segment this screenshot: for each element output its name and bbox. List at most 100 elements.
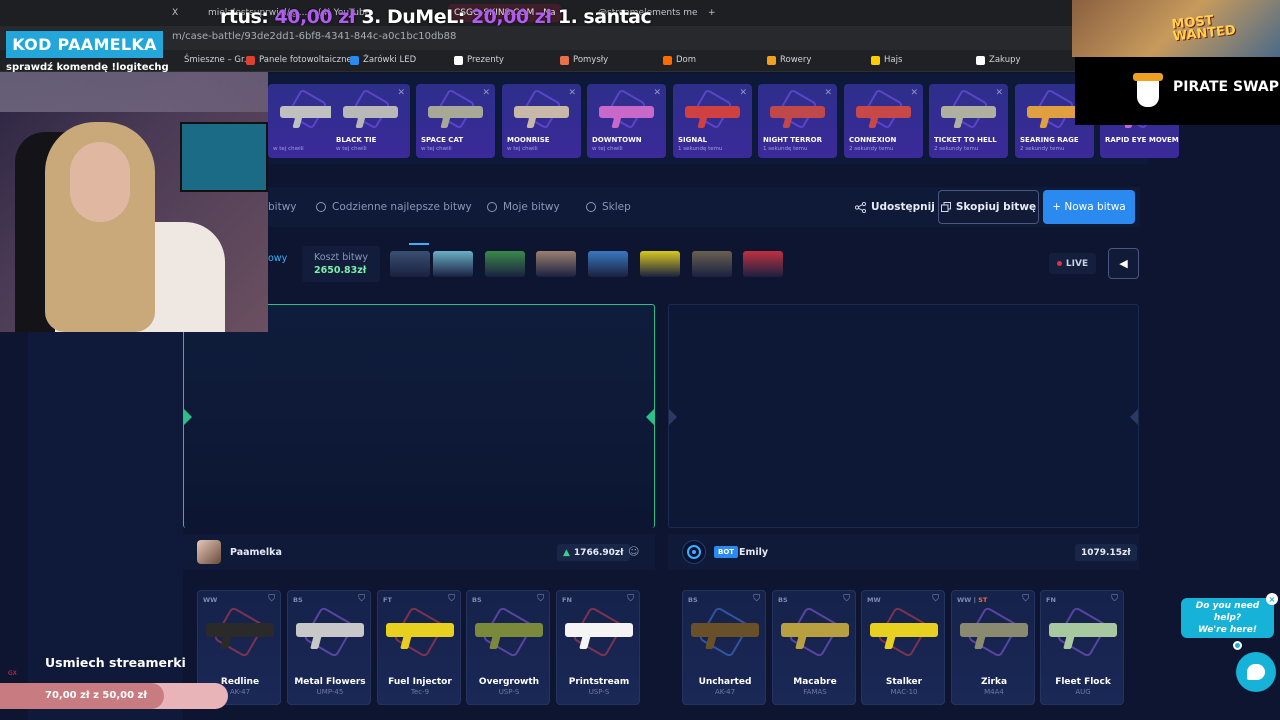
sponsor-most-wanted: MOST WANTED [1072, 0, 1280, 57]
bookmark[interactable]: Hajs [871, 55, 902, 65]
recent-case-card[interactable]: ✕ BLACK TIE w tej chwili [331, 84, 410, 158]
sponsor-pirate-swap-label: PIRATE SWAP [1173, 79, 1279, 95]
close-icon[interactable]: × [1266, 593, 1278, 605]
player-total-value: 1079.15zł [1081, 547, 1131, 558]
bookmark[interactable]: Pomysły [560, 55, 608, 65]
screen: Xmielalestsuprwiol/@... (4) YouTube CSGO-S… [0, 0, 1280, 720]
drop-card[interactable]: BS ⛉ Overgrowth USP-S [466, 590, 550, 705]
share-button[interactable]: Udostępnij [855, 201, 935, 213]
condition-text: FN [1046, 596, 1056, 604]
browser-tab[interactable]: X [172, 4, 178, 22]
bookmark[interactable]: Prezenty [454, 55, 504, 65]
nav-my-battles-label: Moje bitwy [503, 201, 560, 213]
skin-name: Zirka [980, 677, 1008, 687]
drop-card[interactable]: BS ⛉ Metal Flowers UMP-45 [287, 590, 371, 705]
new-battle-label: + Nowa bitwa [1052, 201, 1126, 213]
weapon-type: AK-47 [714, 688, 736, 696]
battle-cost-box: Koszt bitwy 2650.83zł [302, 246, 380, 282]
case-type-icon: ✕ [482, 88, 490, 98]
weapon-type: AUG [1075, 688, 1091, 696]
case-name: SPACE CAT [421, 136, 464, 144]
player-name[interactable]: Paamelka [230, 547, 282, 558]
battle-case-thumbnail[interactable] [588, 251, 628, 277]
speaker-icon: ◀ [1119, 257, 1128, 270]
promo-code-banner: KOD PAAMELKA [6, 31, 163, 58]
shield-icon: ⛉ [843, 594, 850, 604]
webcam-background [0, 72, 268, 112]
shield-icon: ⛉ [1022, 594, 1029, 604]
recent-case-card[interactable]: ✕ CONNEXION 2 sekundy temu [844, 84, 923, 158]
weapon-icon [343, 106, 398, 118]
bookmark[interactable]: Śmieszne – Gr... [171, 55, 252, 65]
skin-name: Printstream [568, 677, 630, 687]
shield-icon: ⛉ [268, 594, 275, 604]
recent-case-card[interactable]: ✕ DOWNTOWN w tej chwili [587, 84, 666, 158]
nav-my-battles[interactable]: Moje bitwy [487, 201, 560, 213]
promo-code-subtitle: sprawdź komendę !logitechg [6, 62, 169, 73]
skin-name: Macabre [793, 677, 837, 687]
player-1-spin-area [183, 304, 655, 528]
url-text[interactable]: m/case-battle/93de2dd1-6bf8-4341-844c-a0… [172, 31, 456, 42]
case-name: NIGHT TERROR [763, 136, 822, 144]
new-battle-button[interactable]: + Nowa bitwa [1043, 190, 1135, 224]
copy-icon [940, 202, 951, 212]
weapon-icon [770, 106, 825, 118]
help-popup[interactable]: Do you need help? We're here! [1181, 598, 1274, 638]
drop-card[interactable]: FT ⛉ Fuel Injector Tec-9 [377, 590, 461, 705]
drop-card[interactable]: FN ⛉ Fleet Flock AUG [1040, 590, 1124, 705]
battle-case-thumbnail[interactable] [743, 251, 783, 277]
sound-toggle-button[interactable]: ◀ [1108, 248, 1139, 279]
battle-case-thumbnail[interactable] [485, 251, 525, 277]
nav-shop-label: Sklep [602, 201, 631, 213]
battle-case-thumbnail[interactable] [536, 251, 576, 277]
copy-battle-button[interactable]: Skopiuj bitwę [938, 190, 1039, 224]
weapon-icon [960, 623, 1028, 637]
case-type-icon: ✕ [910, 88, 918, 98]
nav-shop[interactable]: Sklep [586, 201, 631, 213]
recent-case-card[interactable]: ✕ TICKET TO HELL 2 sekundy temu [929, 84, 1008, 158]
battle-case-thumbnail[interactable] [640, 251, 680, 277]
battle-case-thumbnail[interactable] [692, 251, 732, 277]
recent-case-card[interactable]: ✕ SIGNAL 1 sekundę temu [673, 84, 752, 158]
skin-name: Stalker [885, 677, 923, 687]
shield-icon: ⛉ [448, 594, 455, 604]
nav-daily-best[interactable]: Codzienne najlepsze bitwy [316, 201, 472, 213]
pirate-logo-icon [1133, 73, 1163, 107]
recent-case-card[interactable]: ✕ MOONRISE w tej chwili [502, 84, 581, 158]
bookmark-label: Rowery [780, 55, 812, 65]
recent-case-card[interactable]: ✕ NIGHT TERROR 1 sekundę temu [758, 84, 837, 158]
browser-tab-label: X [172, 8, 179, 18]
bookmark[interactable]: Zakupy [976, 55, 1021, 65]
battle-case-thumbnail[interactable] [433, 251, 473, 277]
bookmark-label: Żarówki LED [363, 55, 417, 65]
browser-tab[interactable]: + [708, 4, 716, 22]
nav-battles[interactable]: bitwy [268, 201, 297, 213]
avatar[interactable] [197, 540, 221, 564]
condition-text: BS [688, 596, 698, 604]
recent-case-card[interactable]: ✕ SPACE CAT w tej chwili [416, 84, 495, 158]
case-time: w tej chwili [507, 146, 538, 152]
bookmark[interactable]: Żarówki LED [350, 55, 416, 65]
ticker-amount: 40,00 zł [274, 6, 356, 28]
bookmark[interactable]: Panele fotowoltaiczne [246, 55, 352, 65]
bookmark-favicon-icon [171, 55, 180, 65]
bookmark-label: Śmieszne – Gr... [184, 55, 252, 65]
ticker-text: 3. DuMeL: [355, 6, 471, 28]
battle-cost-value: 2650.83zł [314, 265, 367, 276]
weapon-icon [386, 623, 454, 637]
drop-card[interactable]: BS ⛉ Uncharted AK-47 [682, 590, 766, 705]
bookmark[interactable]: Rowery [767, 55, 811, 65]
emoji-icon[interactable]: ☺ [628, 545, 639, 558]
drop-card[interactable]: MW ⛉ Stalker MAC-10 [861, 590, 945, 705]
drop-card[interactable]: FN ⛉ Printstream USP-S [556, 590, 640, 705]
battle-case-thumbnail[interactable] [390, 251, 430, 277]
drop-card[interactable]: BS ⛉ Macabre FAMAS [772, 590, 856, 705]
bookmark-favicon-icon [246, 55, 255, 65]
goal-title: Usmiech streamerki [45, 655, 186, 670]
pointer-left-icon [184, 409, 192, 425]
bookmark[interactable]: Dom [663, 55, 696, 65]
condition-text: FN [562, 596, 572, 604]
chat-button[interactable] [1236, 652, 1276, 692]
weapon-icon [206, 623, 274, 637]
drop-card[interactable]: WW | ST ⛉ Zirka M4A4 [951, 590, 1035, 705]
